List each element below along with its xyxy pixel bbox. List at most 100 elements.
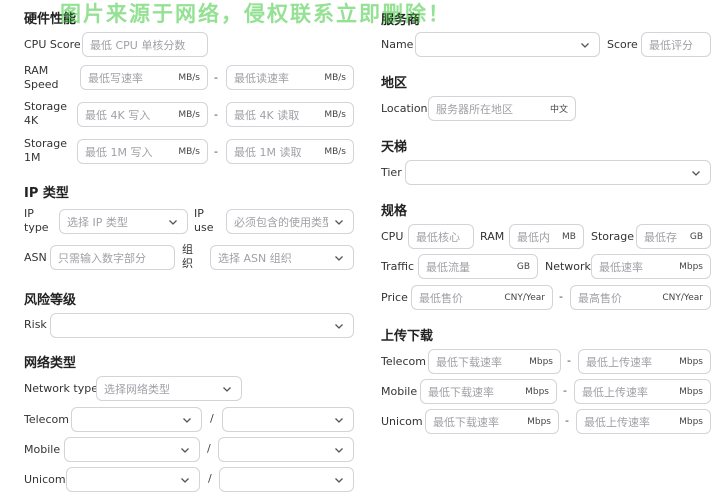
chevron-down-icon	[220, 382, 234, 396]
storage-4k-write-unit: MB/s	[178, 109, 200, 120]
spec-ram-input[interactable]: 最低内 MB	[509, 224, 584, 249]
transfer-mobile-up-unit: Mbps	[679, 386, 703, 397]
transfer-telecom-up-unit: Mbps	[679, 356, 703, 367]
storage-1m-separator: -	[214, 145, 218, 158]
transfer-mobile-down-input[interactable]: 最低下载速率 Mbps	[420, 379, 557, 404]
transfer-unicom-down-input[interactable]: 最低下载速率 Mbps	[425, 409, 559, 434]
network-unicom-select-1[interactable]	[66, 467, 200, 492]
spec-storage-unit: GB	[689, 231, 703, 242]
storage-1m-write-unit: MB/s	[178, 146, 200, 157]
storage-1m-write-input[interactable]: 最低 1M 写入 MB/s	[77, 139, 208, 164]
chevron-down-icon	[332, 473, 346, 487]
section-title-spec: 规格	[381, 204, 408, 219]
chevron-down-icon	[578, 38, 592, 52]
location-placeholder: 服务器所在地区	[436, 102, 513, 116]
network-telecom-label: Telecom	[24, 413, 69, 426]
tier-select[interactable]	[405, 160, 711, 185]
network-type-label: Network type	[24, 382, 98, 395]
storage-1m-read-input[interactable]: 最低 1M 读取 MB/s	[226, 139, 354, 164]
storage-1m-read-placeholder: 最低 1M 读取	[234, 145, 302, 159]
storage-4k-write-placeholder: 最低 4K 写入	[85, 108, 151, 122]
spec-price-min-input[interactable]: 最低售价 CNY/Year	[411, 285, 553, 310]
chevron-down-icon	[178, 443, 192, 457]
chevron-down-icon	[178, 473, 192, 487]
chevron-down-icon	[332, 215, 346, 229]
risk-label: Risk	[24, 318, 47, 331]
spec-cpu-input[interactable]: 最低核心	[408, 224, 474, 249]
provider-score-placeholder: 最低评分	[649, 38, 693, 52]
ip-type-select[interactable]: 选择 IP 类型	[59, 209, 188, 234]
location-input[interactable]: 服务器所在地区 中文	[428, 96, 576, 121]
section-title-risk: 风险等级	[24, 293, 77, 308]
spec-traffic-input[interactable]: 最低流量 GB	[418, 254, 538, 279]
transfer-mobile-up-input[interactable]: 最低上传速率 Mbps	[574, 379, 711, 404]
asn-placeholder: 只需输入数字部分	[58, 251, 146, 265]
storage-4k-read-unit: MB/s	[324, 109, 346, 120]
ip-use-placeholder: 必须包含的使用类型	[234, 215, 328, 229]
spec-network-unit: Mbps	[679, 261, 703, 272]
spec-price-max-input[interactable]: 最高售价 CNY/Year	[570, 285, 711, 310]
spec-traffic-label: Traffic	[381, 260, 415, 273]
transfer-telecom-down-input[interactable]: 最低下载速率 Mbps	[428, 349, 561, 374]
chevron-down-icon	[332, 251, 346, 265]
transfer-unicom-up-input[interactable]: 最低上传速率 Mbps	[576, 409, 711, 434]
cpu-score-input[interactable]: 最低 CPU 单核分数	[82, 32, 208, 57]
section-title-tier: 天梯	[381, 140, 408, 155]
storage-4k-read-placeholder: 最低 4K 读取	[234, 108, 300, 122]
section-title-ip: IP 类型	[24, 186, 69, 201]
network-telecom-select-2[interactable]	[222, 407, 354, 432]
ram-read-placeholder: 最低读速率	[234, 71, 289, 85]
risk-select[interactable]	[50, 313, 354, 338]
transfer-mobile-up-placeholder: 最低上传速率	[582, 385, 648, 399]
spec-network-input[interactable]: 最低速率 Mbps	[591, 254, 711, 279]
chevron-down-icon	[332, 443, 346, 457]
network-mobile-select-2[interactable]	[218, 437, 354, 462]
storage-4k-separator: -	[214, 108, 218, 121]
spec-storage-placeholder: 最低存	[644, 230, 677, 244]
storage-1m-label: Storage 1M	[24, 137, 68, 164]
cpu-score-placeholder: 最低 CPU 单核分数	[90, 38, 186, 52]
storage-4k-write-input[interactable]: 最低 4K 写入 MB/s	[77, 102, 208, 127]
network-type-select[interactable]: 选择网络类型	[96, 376, 242, 401]
ram-speed-label: RAM Speed	[24, 64, 59, 91]
spec-price-min-unit: CNY/Year	[504, 292, 545, 303]
transfer-unicom-up-unit: Mbps	[679, 416, 703, 427]
asn-input[interactable]: 只需输入数字部分	[50, 245, 175, 270]
transfer-unicom-down-unit: Mbps	[527, 416, 551, 427]
provider-name-label: Name	[381, 38, 414, 51]
network-unicom-slash: /	[208, 472, 212, 485]
ram-read-input[interactable]: 最低读速率 MB/s	[226, 65, 354, 90]
location-lang-badge[interactable]: 中文	[550, 102, 568, 115]
chevron-down-icon	[332, 413, 346, 427]
asn-org-select[interactable]: 选择 ASN 组织	[210, 245, 354, 270]
provider-score-label: Score	[607, 38, 638, 51]
network-telecom-select-1[interactable]	[71, 407, 202, 432]
storage-1m-read-unit: MB/s	[324, 146, 346, 157]
spec-network-label: Network	[545, 260, 591, 273]
ram-write-input[interactable]: 最低写速率 MB/s	[80, 65, 208, 90]
transfer-telecom-label: Telecom	[381, 355, 426, 368]
transfer-telecom-up-input[interactable]: 最低上传速率 Mbps	[578, 349, 711, 374]
transfer-mobile-down-placeholder: 最低下载速率	[428, 385, 494, 399]
ip-use-select[interactable]: 必须包含的使用类型	[226, 209, 354, 234]
provider-score-input[interactable]: 最低评分	[641, 32, 711, 57]
storage-4k-read-input[interactable]: 最低 4K 读取 MB/s	[226, 102, 354, 127]
network-telecom-slash: /	[210, 412, 214, 425]
chevron-down-icon	[332, 319, 346, 333]
ip-type-label: IP type	[24, 207, 49, 234]
chevron-down-icon	[166, 215, 180, 229]
network-mobile-select-1[interactable]	[64, 437, 200, 462]
spec-price-label: Price	[381, 291, 408, 304]
spec-storage-input[interactable]: 最低存 GB	[636, 224, 711, 249]
transfer-unicom-up-placeholder: 最低上传速率	[584, 415, 650, 429]
transfer-unicom-separator: -	[565, 414, 569, 427]
network-unicom-select-2[interactable]	[219, 467, 354, 492]
provider-name-select[interactable]	[415, 32, 600, 57]
ip-type-placeholder: 选择 IP 类型	[67, 215, 128, 229]
ip-use-label: IP use	[194, 207, 214, 234]
section-title-network: 网络类型	[24, 356, 77, 371]
spec-cpu-placeholder: 最低核心	[416, 230, 460, 244]
section-title-region: 地区	[381, 76, 408, 91]
chevron-down-icon	[180, 413, 194, 427]
ram-write-placeholder: 最低写速率	[88, 71, 143, 85]
